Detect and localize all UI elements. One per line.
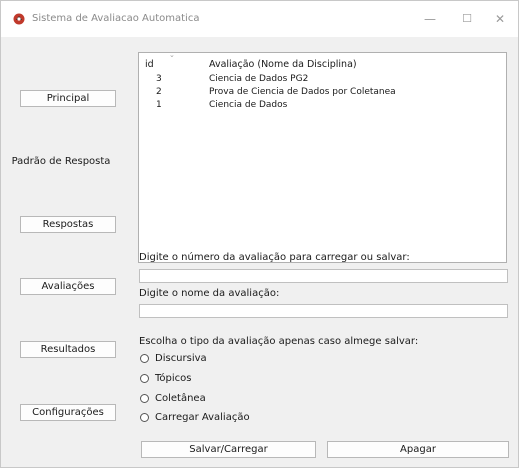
radio-carregar-avaliacao[interactable]: Carregar Avaliação <box>140 412 250 426</box>
row-name: Ciencia de Dados <box>209 100 288 110</box>
app-icon <box>13 13 25 25</box>
sort-indicator-icon: ⌄ <box>169 51 175 59</box>
maximize-button[interactable]: ☐ <box>450 8 484 30</box>
nav-configuracoes-button[interactable]: Configurações <box>20 404 116 421</box>
number-input[interactable] <box>139 269 508 283</box>
nav-padrao-resposta-button[interactable]: Padrão de Resposta <box>6 153 116 170</box>
row-name: Ciencia de Dados PG2 <box>209 74 309 84</box>
radio-label: Coletânea <box>155 393 206 404</box>
column-header-id[interactable]: id <box>145 59 154 70</box>
column-header-name[interactable]: Avaliação (Nome da Disciplina) <box>209 59 357 70</box>
nav-resultados-button[interactable]: Resultados <box>20 341 116 358</box>
type-label: Escolha o tipo da avaliação apenas caso … <box>139 336 419 347</box>
row-id: 2 <box>156 87 162 97</box>
nav-respostas-button[interactable]: Respostas <box>20 216 116 233</box>
radio-topicos[interactable]: Tópicos <box>140 373 191 387</box>
close-button[interactable]: ✕ <box>483 8 517 30</box>
title-bar: Sistema de Avaliacao Automatica — ☐ ✕ <box>1 1 518 37</box>
number-label: Digite o número da avaliação para carreg… <box>139 252 410 263</box>
evaluations-table[interactable]: id ⌄ Avaliação (Nome da Disciplina) 3 Ci… <box>138 51 507 263</box>
row-name: Prova de Ciencia de Dados por Coletanea <box>209 87 396 97</box>
delete-button[interactable]: Apagar <box>327 441 509 458</box>
nav-principal-button[interactable]: Principal <box>20 90 116 107</box>
radio-circle-icon[interactable] <box>140 353 149 363</box>
radio-discursiva[interactable]: Discursiva <box>140 353 207 367</box>
save-load-button[interactable]: Salvar/Carregar <box>141 441 316 458</box>
radio-circle-icon[interactable] <box>140 412 149 422</box>
window-title: Sistema de Avaliacao Automatica <box>32 13 200 24</box>
minimize-button[interactable]: — <box>413 8 447 30</box>
radio-label: Discursiva <box>155 353 207 364</box>
radio-coletanea[interactable]: Coletânea <box>140 393 206 407</box>
name-label: Digite o nome da avaliação: <box>139 288 280 299</box>
name-input[interactable] <box>139 304 508 318</box>
radio-circle-icon[interactable] <box>140 373 149 383</box>
row-id: 1 <box>156 100 162 110</box>
radio-circle-icon[interactable] <box>140 393 149 403</box>
radio-label: Carregar Avaliação <box>155 412 250 423</box>
radio-label: Tópicos <box>155 373 192 384</box>
row-id: 3 <box>156 74 162 84</box>
nav-avaliacoes-button[interactable]: Avaliações <box>20 278 116 295</box>
